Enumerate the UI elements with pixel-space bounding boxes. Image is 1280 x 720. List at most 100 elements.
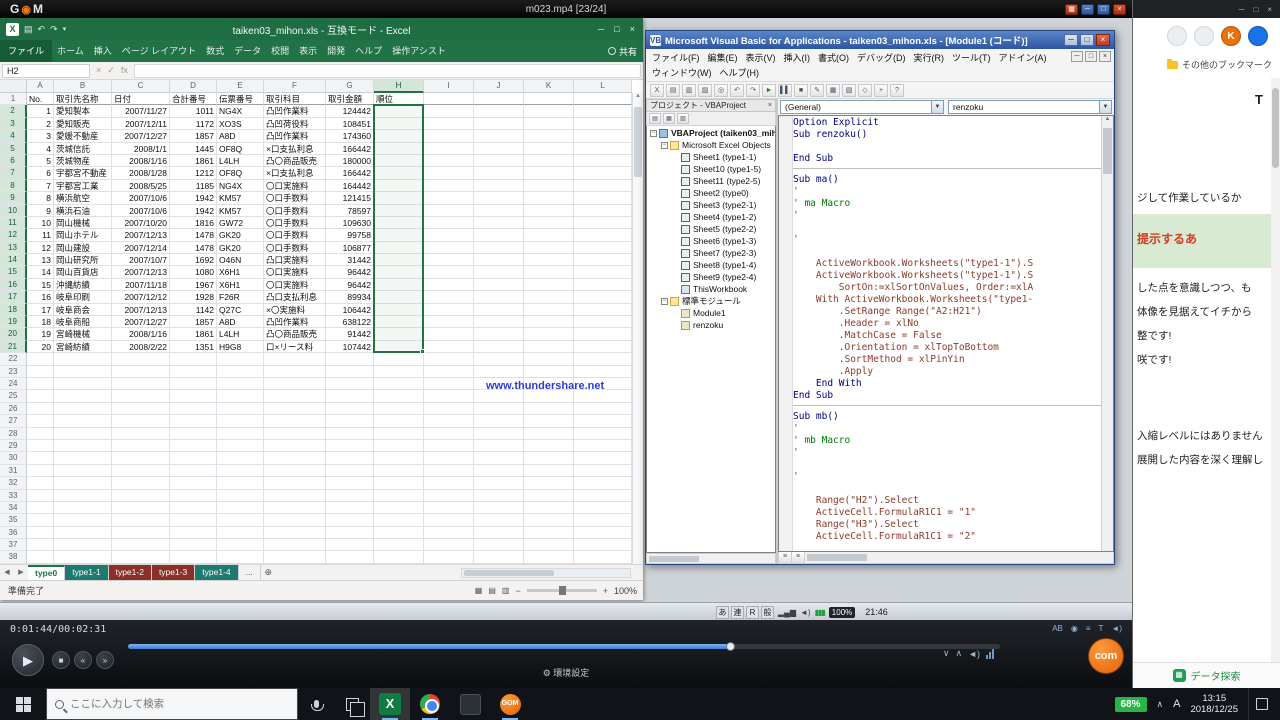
cell-K33[interactable] bbox=[524, 490, 574, 502]
cell-E13[interactable]: GK20 bbox=[217, 242, 264, 254]
cell-D30[interactable] bbox=[170, 452, 217, 464]
cell-D37[interactable] bbox=[170, 539, 217, 551]
cell-K16[interactable] bbox=[524, 279, 574, 291]
extension-icon[interactable] bbox=[1167, 26, 1187, 46]
cell-F10[interactable]: 〇口手数料 bbox=[264, 205, 326, 217]
cell-L14[interactable] bbox=[574, 254, 632, 266]
redo-icon[interactable]: ↷ bbox=[746, 84, 760, 97]
cell-L31[interactable] bbox=[574, 465, 632, 477]
column-header-E[interactable]: E bbox=[217, 80, 264, 93]
cell-L2[interactable] bbox=[574, 105, 632, 117]
zoom-out-button[interactable]: − bbox=[515, 586, 520, 596]
code-vertical-scrollbar[interactable]: ▲ bbox=[1101, 116, 1113, 551]
cell-F38[interactable] bbox=[264, 551, 326, 563]
cell-F12[interactable]: 〇口手数料 bbox=[264, 229, 326, 241]
cell-L28[interactable] bbox=[574, 428, 632, 440]
cell-D28[interactable] bbox=[170, 428, 217, 440]
cell-J36[interactable] bbox=[474, 527, 524, 539]
cell-E33[interactable] bbox=[217, 490, 264, 502]
cell-F26[interactable] bbox=[264, 403, 326, 415]
cell-G2[interactable]: 124442 bbox=[326, 105, 374, 117]
insert-function-icon[interactable]: fx bbox=[121, 65, 128, 76]
row-header-15[interactable]: 15 bbox=[0, 266, 27, 278]
cell-I37[interactable] bbox=[424, 539, 474, 551]
vba-menu-2[interactable]: 編集(E) bbox=[704, 50, 742, 65]
cell-H12[interactable] bbox=[374, 229, 424, 241]
sheet-tab-type0[interactable]: type0 bbox=[28, 565, 65, 580]
cell-G17[interactable]: 89934 bbox=[326, 291, 374, 303]
cell-B10[interactable]: 横浜石油 bbox=[54, 205, 112, 217]
row-header-13[interactable]: 13 bbox=[0, 242, 27, 254]
cell-H4[interactable] bbox=[374, 130, 424, 142]
taskbar-app-button[interactable] bbox=[450, 688, 490, 720]
cell-H26[interactable] bbox=[374, 403, 424, 415]
cell-L22[interactable] bbox=[574, 353, 632, 365]
cell-B34[interactable] bbox=[54, 502, 112, 514]
cell-K7[interactable] bbox=[524, 167, 574, 179]
cell-E5[interactable]: OF8Q bbox=[217, 143, 264, 155]
ime-indicator[interactable]: A bbox=[1173, 698, 1180, 710]
cell-E35[interactable] bbox=[217, 514, 264, 526]
cell-F13[interactable]: 〇口手数料 bbox=[264, 242, 326, 254]
cell-H35[interactable] bbox=[374, 514, 424, 526]
cell-L36[interactable] bbox=[574, 527, 632, 539]
cell-H21[interactable] bbox=[374, 341, 424, 353]
cell-I23[interactable] bbox=[424, 366, 474, 378]
tree-item-sheet1-type1-1-[interactable]: Sheet1 (type1-1) bbox=[647, 151, 775, 163]
cell-E29[interactable] bbox=[217, 440, 264, 452]
tree-collapse-icon[interactable]: − bbox=[661, 142, 668, 149]
cell-J27[interactable] bbox=[474, 415, 524, 427]
cell-I29[interactable] bbox=[424, 440, 474, 452]
cell-I18[interactable] bbox=[424, 304, 474, 316]
cell-B33[interactable] bbox=[54, 490, 112, 502]
cell-F30[interactable] bbox=[264, 452, 326, 464]
cell-B5[interactable]: 茨城信託 bbox=[54, 143, 112, 155]
volume-down-button[interactable]: ∨ bbox=[943, 648, 950, 659]
column-header-J[interactable]: J bbox=[474, 80, 524, 93]
cell-B11[interactable]: 岡山機械 bbox=[54, 217, 112, 229]
cell-F8[interactable]: 〇口実施料 bbox=[264, 180, 326, 192]
row-header-14[interactable]: 14 bbox=[0, 254, 27, 266]
cell-C4[interactable]: 2007/12/27 bbox=[112, 130, 170, 142]
tray-chevron-icon[interactable]: ∧ bbox=[1157, 699, 1164, 710]
name-box[interactable]: H2 bbox=[2, 64, 90, 78]
cell-C19[interactable]: 2007/12/27 bbox=[112, 316, 170, 328]
cell-F2[interactable]: 凸凹作業料 bbox=[264, 105, 326, 117]
project-explorer-icon[interactable]: ▦ bbox=[826, 84, 840, 97]
cell-I31[interactable] bbox=[424, 465, 474, 477]
cell-A7[interactable]: 6 bbox=[27, 167, 54, 179]
row-header-38[interactable]: 38 bbox=[0, 551, 27, 563]
cell-H15[interactable] bbox=[374, 266, 424, 278]
cell-B25[interactable] bbox=[54, 390, 112, 402]
cell-L32[interactable] bbox=[574, 477, 632, 489]
taskbar-chrome-button[interactable] bbox=[410, 688, 450, 720]
copy-icon[interactable]: ▥ bbox=[682, 84, 696, 97]
seek-bar[interactable] bbox=[128, 644, 1000, 649]
object-dropdown[interactable]: (General)▼ bbox=[780, 100, 944, 114]
ribbon-tab-8[interactable]: 表示 bbox=[294, 40, 322, 62]
cell-K15[interactable] bbox=[524, 266, 574, 278]
tree-item-sheet2-type0-[interactable]: Sheet2 (type0) bbox=[647, 187, 775, 199]
cell-K26[interactable] bbox=[524, 403, 574, 415]
normal-view-icon[interactable]: ▦ bbox=[475, 586, 483, 595]
cell-F23[interactable] bbox=[264, 366, 326, 378]
row-header-9[interactable]: 9 bbox=[0, 192, 27, 204]
start-button[interactable] bbox=[0, 688, 46, 720]
vba-menu-3[interactable]: 表示(V) bbox=[742, 50, 780, 65]
cell-L8[interactable] bbox=[574, 180, 632, 192]
cell-K28[interactable] bbox=[524, 428, 574, 440]
full-module-view-icon[interactable]: ≡ bbox=[792, 552, 805, 563]
cell-G31[interactable] bbox=[326, 465, 374, 477]
cell-K32[interactable] bbox=[524, 477, 574, 489]
row-header-17[interactable]: 17 bbox=[0, 291, 27, 303]
cell-G13[interactable]: 106877 bbox=[326, 242, 374, 254]
vba-menu-4[interactable]: 挿入(I) bbox=[780, 50, 815, 65]
cell-D25[interactable] bbox=[170, 390, 217, 402]
cell-I13[interactable] bbox=[424, 242, 474, 254]
cell-I6[interactable] bbox=[424, 155, 474, 167]
cell-I19[interactable] bbox=[424, 316, 474, 328]
ribbon-tab-9[interactable]: 開発 bbox=[322, 40, 350, 62]
cell-G14[interactable]: 31442 bbox=[326, 254, 374, 266]
cell-L11[interactable] bbox=[574, 217, 632, 229]
cell-K8[interactable] bbox=[524, 180, 574, 192]
